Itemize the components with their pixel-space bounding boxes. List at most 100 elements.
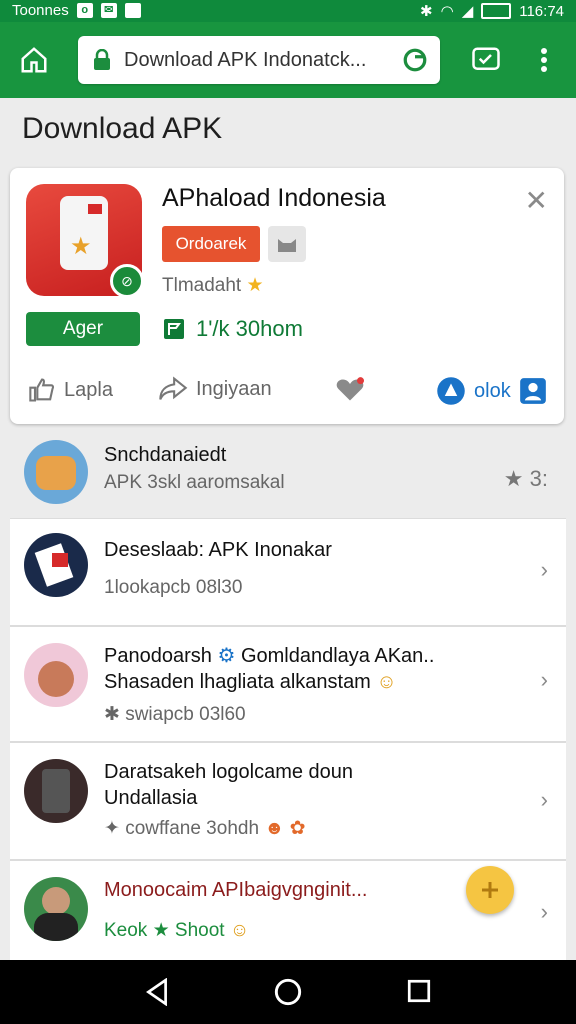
item-subtitle-text: swiapcb 03l60	[125, 704, 246, 725]
mail-icon: ✉	[100, 3, 117, 18]
notification-icon: o	[76, 3, 93, 18]
item-subtitle-rest: Shoot	[174, 920, 225, 941]
home-nav-button[interactable]	[274, 978, 302, 1011]
install-button[interactable]: Ager	[26, 312, 140, 346]
avatar	[24, 759, 88, 823]
app-icon: ★ ⊘	[26, 184, 144, 298]
page-title: Download APK	[22, 112, 223, 145]
list-item[interactable]: Snchdanaiedt APK 3skl aaromsakal ★ 3:	[0, 436, 576, 510]
list-item[interactable]: Panodoarsh ⚙ Gomldandlaya AKan.. Shasade…	[10, 626, 566, 742]
status-left: Toonnes o ✉	[12, 2, 141, 19]
back-button[interactable]	[144, 977, 170, 1011]
image-icon	[124, 3, 141, 18]
home-icon	[21, 47, 47, 73]
item-title-rest: Gomldandlaya AKan..	[240, 645, 435, 667]
back-icon	[146, 977, 167, 1007]
item-line2: Shasaden lhagliata alkanstam ☺	[104, 671, 397, 694]
like-button[interactable]: Lapla	[28, 376, 113, 404]
like-label: Lapla	[64, 378, 113, 401]
recents-button[interactable]	[406, 978, 432, 1009]
browser-toolbar: Download APK Indonatck...	[0, 22, 576, 98]
star-icon: ★	[152, 920, 170, 941]
status-time: 116:74	[519, 2, 564, 20]
item-title: Monoocaim APIbaigvgnginit...	[104, 879, 368, 901]
status-bar: Toonnes o ✉ ✱ ◠ ◢ 116:74	[0, 0, 576, 22]
avatar	[24, 440, 88, 504]
app-subtitle-text: Tlmadaht	[162, 275, 242, 296]
home-button[interactable]	[14, 40, 54, 80]
more-info-button[interactable]: olok	[436, 376, 547, 406]
close-icon[interactable]: ✕	[525, 184, 548, 217]
share-button[interactable]: Ingiyaan	[158, 376, 272, 402]
more-vert-icon	[541, 48, 547, 72]
url-bar[interactable]: Download APK Indonatck...	[78, 36, 440, 84]
item-rating: ★ 3:	[504, 466, 548, 492]
system-nav-bar	[0, 960, 576, 1024]
status-left-text: Toonnes	[12, 2, 69, 19]
app-subtitle: Tlmadaht ★	[162, 274, 264, 297]
wifi-icon: ◠	[440, 3, 454, 20]
chevron-right-icon: ›	[540, 667, 548, 692]
more-button[interactable]	[524, 40, 564, 80]
chevron-right-icon: ›	[540, 899, 548, 924]
avatar	[24, 643, 88, 707]
share-icon	[159, 376, 188, 400]
tabs-button[interactable]	[466, 40, 506, 80]
account-icon	[519, 378, 546, 404]
phone-graphic: ★	[60, 196, 108, 270]
app-badge-icon: ⊘	[110, 264, 144, 298]
sparkle-icon: ✱	[104, 704, 120, 725]
favorite-button[interactable]	[334, 376, 366, 404]
reload-icon[interactable]	[402, 47, 428, 78]
item-subtitle-text: Keok	[104, 920, 148, 941]
battery-icon	[481, 3, 512, 19]
flag-graphic	[52, 553, 68, 567]
avatar	[24, 877, 88, 941]
recents-icon	[407, 979, 431, 1003]
emoji-icon: ✿	[289, 818, 306, 839]
fab-icon	[482, 882, 498, 898]
fab-button[interactable]	[466, 866, 514, 914]
item-title: Deseslaab: APK Inonakar	[104, 539, 332, 561]
lock-icon	[92, 48, 112, 76]
item-line2: Undallasia	[104, 787, 198, 809]
person-head	[42, 887, 70, 915]
bluetooth-icon: ✱	[420, 3, 433, 20]
avatar	[24, 533, 88, 597]
star-icon: ★	[503, 466, 524, 491]
home-nav-icon	[274, 978, 302, 1006]
list-item[interactable]: Daratsakeh logolcame doun Undallasia ✦ c…	[10, 742, 566, 860]
cat-icon[interactable]	[268, 226, 306, 262]
url-text: Download APK Indonatck...	[124, 49, 367, 71]
like-icon	[29, 378, 55, 402]
chevron-right-icon: ›	[540, 557, 548, 582]
item-subtitle: ✦ cowffane 3ohdh ☻ ✿	[104, 817, 306, 840]
tabs-icon	[472, 47, 500, 70]
cat-avatar	[36, 456, 76, 490]
item-title: Snchdanaiedt	[104, 444, 227, 466]
item-rating-text: 3:	[529, 466, 548, 491]
signal-icon: ◢	[461, 3, 474, 20]
phone-graphic	[42, 769, 70, 813]
item-title-text: Panodoarsh	[104, 645, 212, 667]
list-item[interactable]: Deseslaab: APK Inonakar 1lookapcb 08l30 …	[10, 518, 566, 626]
chevron-right-icon: ›	[540, 787, 548, 812]
card-actions: Lapla Ingiyaan olok	[10, 368, 564, 418]
person-graphic	[38, 661, 74, 697]
featured-app-card[interactable]: ★ ⊘ APhaload Indonesia Ordoarek Tlmadaht…	[10, 168, 564, 424]
emoji-icon: ☺	[229, 920, 250, 941]
item-subtitle: APK 3skl aaromsakal	[104, 472, 285, 493]
status-right: ✱ ◠ ◢ 116:74	[420, 2, 564, 21]
share-label: Ingiyaan	[196, 377, 272, 400]
download-count-text: 1'/k 30hom	[196, 316, 303, 341]
info-icon	[437, 377, 465, 405]
app-tag[interactable]: Ordoarek	[162, 226, 260, 262]
emoji-icon: ⚙	[217, 645, 236, 667]
item-subtitle: Keok ★ Shoot ☺	[104, 919, 249, 942]
download-count: 1'/k 30hom	[162, 316, 303, 342]
item-subtitle: ✱ swiapcb 03l60	[104, 703, 246, 726]
person-body	[34, 913, 78, 941]
item-title: Panodoarsh ⚙ Gomldandlaya AKan..	[104, 643, 434, 668]
item-subtitle-text: cowffane 3ohdh	[125, 818, 260, 839]
star-rating-icon: ★	[246, 275, 264, 296]
